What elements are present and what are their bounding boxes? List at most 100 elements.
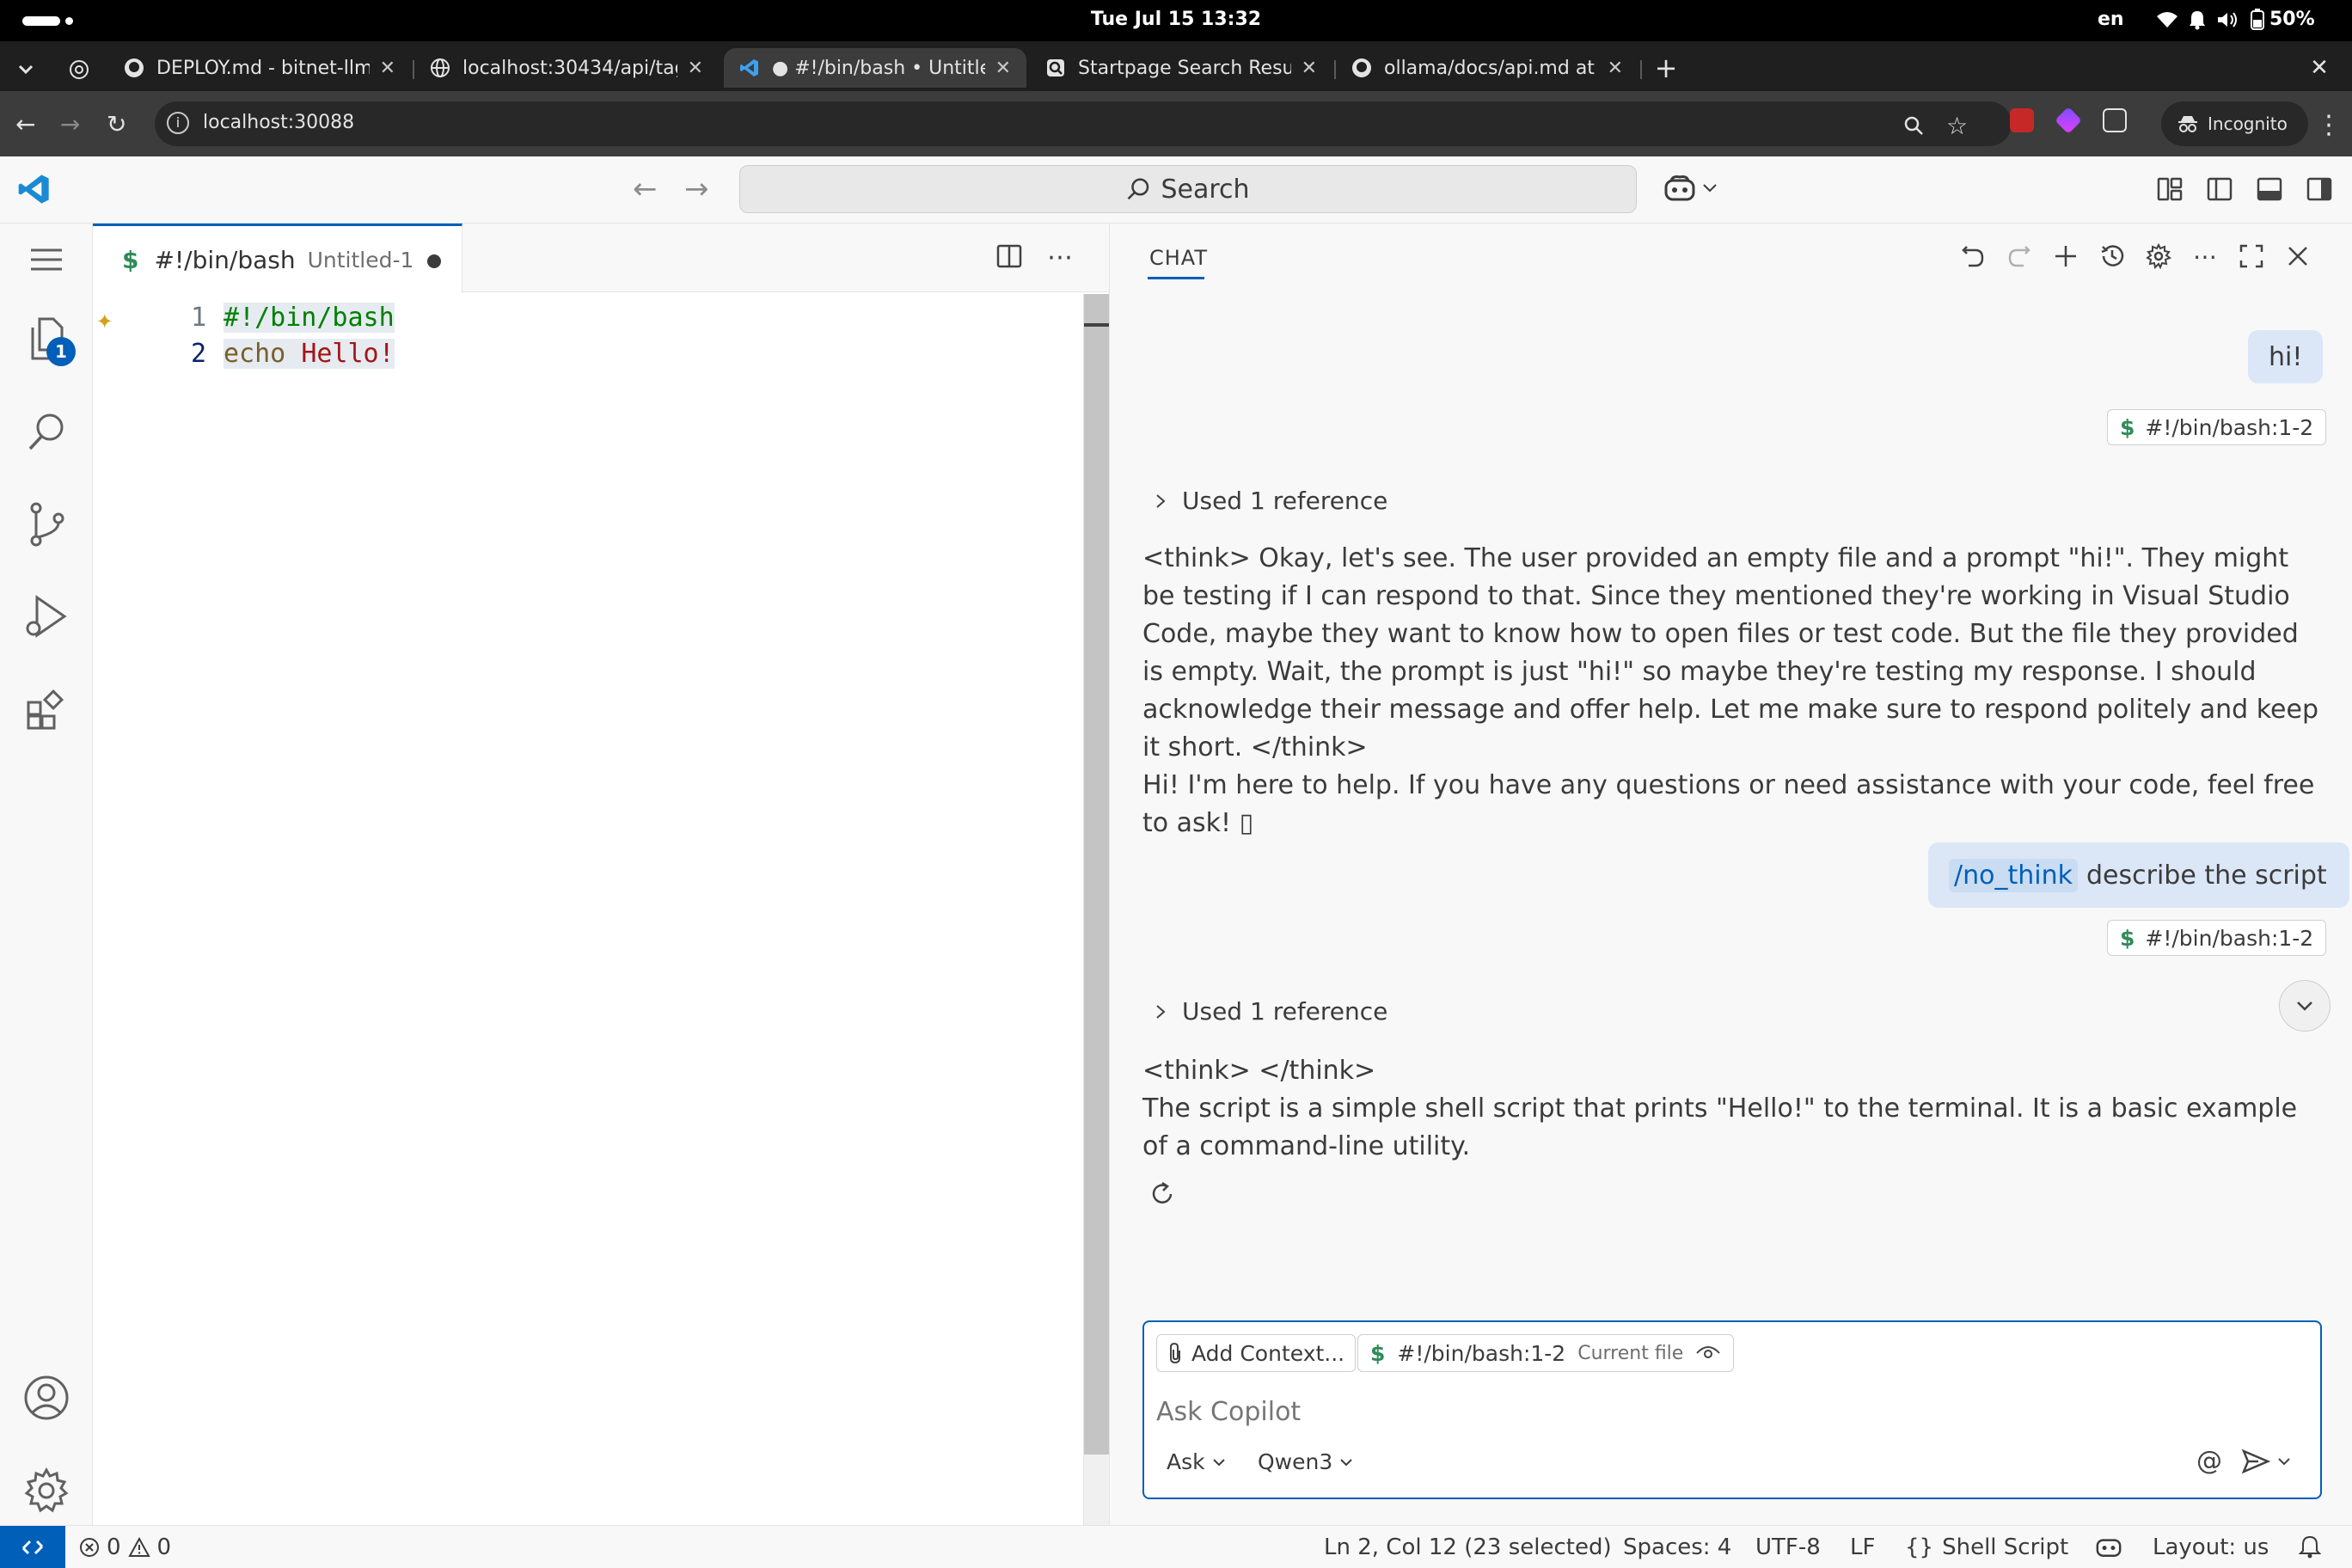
browser-tab-1[interactable]: DEPLOY.md - bitnet-llm ✕ [108, 48, 411, 88]
reference-chip[interactable]: $ #!/bin/bash:1-2 [2107, 920, 2327, 956]
go-back-icon[interactable]: ← [633, 172, 658, 206]
os-clock[interactable]: Tue Jul 15 13:32 [0, 9, 2352, 30]
extensions-icon[interactable] [21, 684, 72, 736]
address-bar[interactable]: i localhost:30088 ☆ [155, 101, 2012, 146]
source-control-icon[interactable] [21, 499, 72, 550]
bookmark-star-icon[interactable]: ☆ [1946, 112, 1968, 140]
more-actions-icon[interactable]: ⋯ [1047, 242, 1073, 273]
shell-file-icon: $ [2120, 414, 2135, 440]
command-center-search[interactable]: Search [739, 165, 1637, 213]
new-chat-plus-icon[interactable] [2052, 242, 2079, 270]
split-editor-icon[interactable] [995, 242, 1023, 273]
toggle-primary-sidebar-icon[interactable] [2206, 175, 2233, 203]
mention-at-icon[interactable]: @ [2196, 1446, 2222, 1476]
close-icon[interactable]: ✕ [380, 58, 395, 79]
account-icon[interactable] [21, 1372, 72, 1424]
code-editor[interactable]: ✦ 1 #!/bin/bash 2 echo Hello! [93, 294, 1081, 1525]
zoom-icon[interactable] [1903, 115, 1924, 136]
maximize-icon[interactable] [2238, 242, 2265, 270]
system-tray[interactable] [2156, 9, 2266, 31]
error-count: 0 [107, 1534, 121, 1560]
copilot-menu-button[interactable] [1663, 174, 1718, 203]
menu-hamburger-icon[interactable] [21, 234, 72, 285]
encoding[interactable]: UTF-8 [1755, 1534, 1821, 1560]
openai-icon [70, 60, 89, 79]
eye-icon[interactable] [1695, 1344, 1721, 1362]
close-icon[interactable]: ✕ [1302, 58, 1317, 79]
keyboard-layout[interactable]: Layout: us [2153, 1534, 2269, 1560]
site-info-icon[interactable]: i [167, 112, 189, 134]
close-icon[interactable]: ✕ [1608, 58, 1623, 79]
redo-icon[interactable] [2006, 242, 2033, 270]
reference-chip[interactable]: $ #!/bin/bash:1-2 [2107, 409, 2327, 445]
browser-tab-3-active[interactable]: ● #!/bin/bash • Untitled-1 ✕ [724, 48, 1026, 88]
browser-tab-4[interactable]: Startpage Search Results ✕ [1030, 48, 1332, 88]
copilot-sparkle-icon[interactable]: ✦ [96, 303, 113, 335]
browser-tab-5[interactable]: ollama/docs/api.md at main ✕ [1336, 48, 1638, 88]
manage-gear-icon[interactable] [21, 1465, 72, 1516]
remote-indicator-button[interactable] [0, 1526, 65, 1568]
model-dropdown[interactable]: Qwen3 [1258, 1449, 1353, 1474]
scroll-down-button[interactable] [2279, 980, 2331, 1032]
retry-icon[interactable] [1148, 1179, 1177, 1209]
extensions-puzzle-icon[interactable] [2103, 108, 2127, 132]
more-actions-icon[interactable]: ⋯ [2191, 242, 2219, 271]
add-context-button[interactable]: Add Context... [1156, 1334, 1357, 1372]
close-window-button[interactable]: ✕ [2300, 48, 2338, 88]
chat-title-tab[interactable]: CHAT [1149, 246, 1208, 270]
ublock-extension-icon[interactable] [2010, 108, 2034, 132]
close-icon[interactable]: ✕ [688, 58, 703, 79]
editor-tab-untitled-1[interactable]: $ #!/bin/bash Untitled-1 [93, 224, 462, 293]
used-references-toggle[interactable]: Used 1 reference [1155, 487, 1387, 515]
undo-icon[interactable] [1959, 242, 1987, 270]
url-text[interactable]: localhost:30088 [203, 112, 354, 133]
editor-scrollbar[interactable] [1083, 294, 1110, 1525]
chevron-down-icon [1212, 1458, 1225, 1466]
back-arrow-icon[interactable]: ← [15, 110, 35, 138]
ask-copilot-input[interactable] [1156, 1391, 2188, 1432]
explorer-icon[interactable]: 1 [21, 313, 76, 366]
go-forward-icon[interactable]: → [684, 172, 709, 206]
search-view-icon[interactable] [21, 406, 72, 457]
notifications-bell-icon[interactable] [2299, 1534, 2321, 1559]
browser-tab-2[interactable]: localhost:30434/api/tags ✕ [414, 48, 719, 88]
send-button[interactable] [2241, 1449, 2291, 1474]
close-icon[interactable] [2284, 242, 2312, 270]
current-file-context-chip[interactable]: $ #!/bin/bash:1-2 Current file [1357, 1334, 1735, 1372]
settings-gear-icon[interactable] [2145, 242, 2172, 270]
forward-arrow-icon[interactable]: → [60, 110, 80, 138]
language-mode[interactable]: {} Shell Script [1905, 1534, 2068, 1560]
user-message-bubble: /no_think describe the script [1928, 842, 2349, 908]
close-icon[interactable]: ✕ [995, 58, 1011, 79]
line-ending[interactable]: LF [1850, 1534, 1875, 1560]
toggle-secondary-sidebar-icon[interactable] [2306, 175, 2333, 203]
copilot-status-icon[interactable] [2094, 1534, 2123, 1559]
history-icon[interactable] [2098, 242, 2126, 270]
code-line-1[interactable]: #!/bin/bash [224, 303, 395, 333]
toggle-panel-icon[interactable] [2256, 175, 2283, 203]
cursor-position[interactable]: Ln 2, Col 12 (23 selected) [1324, 1534, 1612, 1560]
browser-menu-icon[interactable]: ⋮ [2316, 110, 2342, 140]
scrollbar-thumb[interactable] [1084, 294, 1110, 1455]
new-tab-button[interactable]: + [1647, 48, 1685, 88]
openai-tab[interactable] [60, 50, 98, 89]
run-debug-icon[interactable] [21, 591, 72, 643]
indentation[interactable]: Spaces: 4 [1623, 1534, 1731, 1560]
code-line-2[interactable]: echo Hello! [224, 339, 395, 369]
tab-title: Startpage Search Results [1078, 57, 1291, 79]
unsaved-dot-icon[interactable] [427, 254, 441, 268]
editor-tab-bar: $ #!/bin/bash Untitled-1 ⋯ [93, 224, 1109, 293]
keyboard-language[interactable]: en [2098, 9, 2124, 30]
problems-indicator[interactable]: 0 0 [79, 1534, 171, 1560]
customize-layout-icon[interactable] [2156, 175, 2184, 203]
gem-extension-icon[interactable] [2055, 107, 2082, 134]
mode-dropdown[interactable]: Ask [1167, 1449, 1226, 1474]
reference-label: #!/bin/bash:1-2 [2145, 414, 2314, 440]
incognito-indicator[interactable]: Incognito [2161, 101, 2308, 146]
assistant-think-text: <think> </think> [1142, 1056, 1376, 1086]
used-references-toggle[interactable]: Used 1 reference [1155, 997, 1387, 1026]
tab-search-button[interactable] [7, 50, 45, 89]
used-references-label: Used 1 reference [1182, 997, 1388, 1026]
activity-bar: 1 [0, 224, 93, 1525]
reload-icon[interactable]: ↻ [107, 110, 126, 138]
